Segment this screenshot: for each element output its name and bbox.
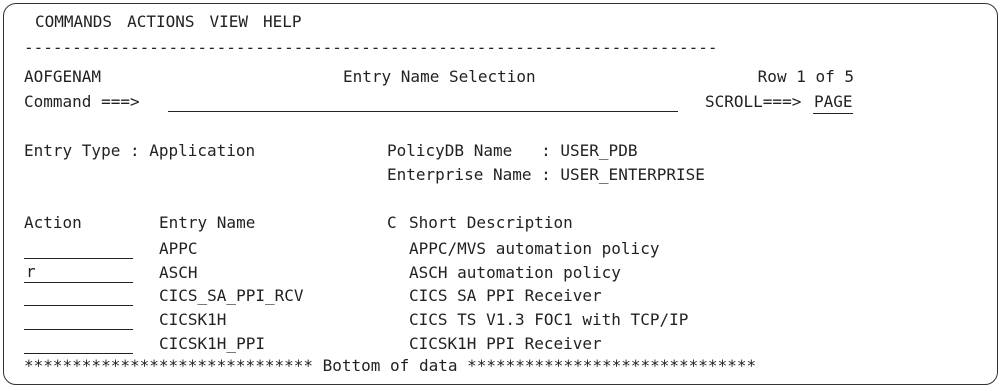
row-action-input[interactable]: [24, 286, 133, 306]
command-input[interactable]: [168, 92, 678, 112]
command-label: Command ===>: [24, 92, 140, 111]
enterprise-name: Enterprise Name : USER_ENTERPRISE: [387, 165, 705, 184]
row-entry-name: CICS_SA_PPI_RCV: [159, 286, 304, 305]
row-action-input[interactable]: [24, 310, 133, 330]
row-action-input[interactable]: r: [24, 262, 133, 283]
row-action-input[interactable]: [24, 239, 133, 259]
menu-help[interactable]: HELP: [263, 12, 302, 32]
menu-commands[interactable]: COMMANDS: [35, 12, 112, 32]
row-entry-name: CICSK1H_PPI: [159, 334, 265, 353]
row-description: ASCH automation policy: [409, 263, 621, 282]
row-description: APPC/MVS automation policy: [409, 239, 660, 258]
row-entry-name: ASCH: [159, 263, 198, 282]
column-header-c: C: [387, 213, 397, 232]
menu-bar: COMMANDS ACTIONS VIEW HELP: [35, 12, 302, 32]
row-description: CICS TS V1.3 FOC1 with TCP/IP: [409, 310, 689, 329]
menu-view[interactable]: VIEW: [210, 12, 249, 32]
scroll-label: SCROLL===>: [705, 92, 802, 111]
scroll-input-underline: [813, 113, 853, 114]
menu-actions[interactable]: ACTIONS: [127, 12, 194, 32]
page-title: Entry Name Selection: [343, 67, 536, 86]
entry-type: Entry Type : Application: [24, 141, 256, 160]
row-indicator: Row 1 of 5: [757, 67, 854, 86]
row-action-input[interactable]: [24, 334, 133, 354]
row-action-value: r: [26, 262, 36, 281]
row-description: CICSK1H PPI Receiver: [409, 334, 602, 353]
scroll-input[interactable]: PAGE: [814, 92, 853, 112]
panel-id: AOFGENAM: [24, 67, 102, 86]
row-entry-name: CICSK1H: [159, 310, 227, 329]
column-header-action: Action: [24, 213, 82, 232]
row-description: CICS SA PPI Receiver: [409, 286, 602, 305]
separator-line: ----------------------------------------…: [24, 38, 718, 57]
bottom-of-data: ****************************** Bottom of…: [24, 356, 757, 375]
policydb-name: PolicyDB Name : USER_PDB: [387, 141, 638, 160]
column-header-short-description: Short Description: [409, 213, 573, 232]
row-entry-name: APPC: [159, 239, 198, 258]
column-header-entry-name: Entry Name: [159, 213, 256, 232]
